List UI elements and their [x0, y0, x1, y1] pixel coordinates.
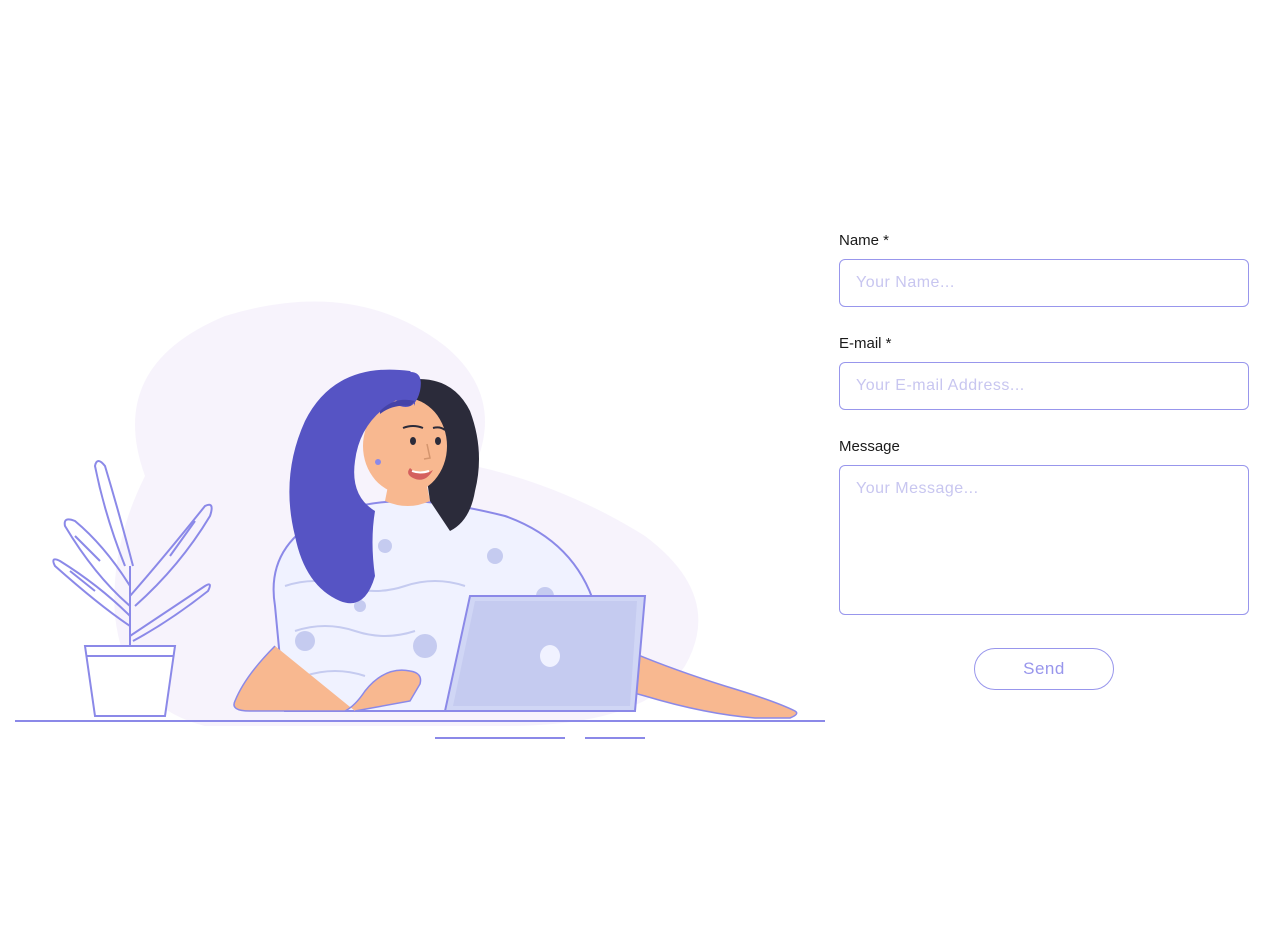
name-label: Name *: [839, 232, 1249, 249]
name-field-group: Name *: [839, 232, 1249, 307]
send-button[interactable]: Send: [974, 648, 1114, 690]
message-textarea[interactable]: [839, 465, 1249, 615]
email-field-group: E-mail *: [839, 335, 1249, 410]
message-field-group: Message: [839, 438, 1249, 620]
message-label: Message: [839, 438, 1249, 455]
main-container: Name * E-mail * Message Send: [0, 0, 1269, 952]
email-label: E-mail *: [839, 335, 1249, 352]
woman-laptop-illustration: [5, 266, 825, 766]
contact-form: Name * E-mail * Message Send: [829, 232, 1269, 690]
email-input[interactable]: [839, 362, 1249, 410]
name-input[interactable]: [839, 259, 1249, 307]
illustration-section: [0, 0, 829, 952]
form-actions: Send: [839, 648, 1249, 690]
